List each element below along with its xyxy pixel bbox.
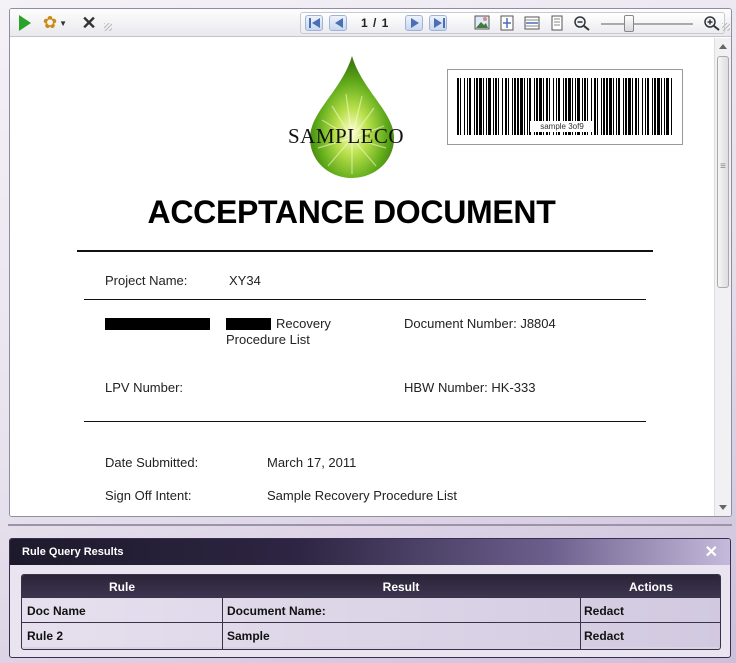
zoom-slider-handle[interactable] xyxy=(624,15,634,32)
close-icon[interactable]: ✕ xyxy=(80,13,98,33)
title-divider xyxy=(77,250,653,252)
column-header-actions[interactable]: Actions xyxy=(580,580,720,594)
image-icon[interactable] xyxy=(473,15,491,31)
redact-action[interactable]: Redact xyxy=(584,604,624,618)
fit-page-icon[interactable] xyxy=(498,15,516,31)
cell-rule: Rule 2 xyxy=(27,629,64,643)
first-page-icon[interactable] xyxy=(305,15,323,31)
redaction-block xyxy=(105,318,210,330)
cell-result: Document Name: xyxy=(227,604,326,618)
sign-off-value: Sample Recovery Procedure List xyxy=(267,488,458,503)
zoom-slider-track[interactable] xyxy=(601,23,693,25)
page-indicator: 1 / 1 xyxy=(361,16,390,30)
viewer-toolbar: ✿ ▼ ✕ 1 / 1 xyxy=(10,9,731,37)
panel-header: Rule Query Results ✕ xyxy=(10,539,730,565)
document-title: ACCEPTANCE DOCUMENT xyxy=(147,194,556,230)
rule-query-results-panel: Rule Query Results ✕ Rule Result Actions… xyxy=(9,538,731,658)
procedure-text-line1: Recovery xyxy=(276,316,331,331)
column-header-rule[interactable]: Rule xyxy=(22,580,222,594)
sign-off-label: Sign Off Intent: xyxy=(105,488,192,503)
column-divider xyxy=(222,597,223,649)
document-page: SAMPLECO sample 3of9 ACCEPTANCE DOCUMENT… xyxy=(10,38,714,516)
column-header-result[interactable]: Result xyxy=(222,580,580,594)
table-row[interactable]: Rule 2 Sample Redact xyxy=(22,622,720,647)
panel-title: Rule Query Results xyxy=(22,546,124,558)
toolbar-grip[interactable] xyxy=(722,23,730,31)
section-divider xyxy=(84,299,646,300)
zoom-in-icon[interactable] xyxy=(703,15,721,31)
column-divider xyxy=(580,597,581,649)
date-submitted-label: Date Submitted: xyxy=(105,455,199,470)
fit-width-icon[interactable] xyxy=(523,15,541,31)
play-icon[interactable] xyxy=(16,13,34,33)
section-divider xyxy=(84,421,646,422)
scrollbar-thumb[interactable] xyxy=(717,56,729,288)
single-page-icon[interactable] xyxy=(548,15,566,31)
next-page-icon[interactable] xyxy=(405,15,423,31)
document-viewer: ✿ ▼ ✕ 1 / 1 SAMPLECO sample 3of9 ACCEPTA… xyxy=(9,8,732,517)
scroll-up-icon[interactable] xyxy=(719,44,727,49)
toolbar-grip[interactable] xyxy=(104,23,112,31)
barcode: sample 3of9 xyxy=(447,69,683,145)
document-number: Document Number: J8804 xyxy=(404,316,556,331)
procedure-text-line2: Procedure List xyxy=(226,332,310,347)
cell-result: Sample xyxy=(227,629,270,643)
table-header: Rule Result Actions xyxy=(22,575,720,597)
scroll-down-icon[interactable] xyxy=(719,505,727,510)
redaction-block xyxy=(226,318,271,330)
zoom-out-icon[interactable] xyxy=(573,15,591,31)
barcode-text: sample 3of9 xyxy=(530,121,594,132)
project-name-label: Project Name: xyxy=(105,273,188,288)
navigation-toolbar: 1 / 1 xyxy=(300,12,725,34)
last-page-icon[interactable] xyxy=(429,15,447,31)
lpv-number-label: LPV Number: xyxy=(105,380,184,395)
hbw-number: HBW Number: HK-333 xyxy=(404,380,536,395)
project-name-value: XY34 xyxy=(229,273,261,288)
table-row[interactable]: Doc Name Document Name: Redact xyxy=(22,597,720,622)
gear-icon[interactable]: ✿ ▼ xyxy=(40,13,70,33)
panel-splitter[interactable] xyxy=(8,524,732,526)
prev-page-icon[interactable] xyxy=(329,15,347,31)
close-icon[interactable]: ✕ xyxy=(705,542,718,562)
drop-logo-icon xyxy=(310,56,394,178)
redact-action[interactable]: Redact xyxy=(584,629,624,643)
company-logo-text: SAMPLECO xyxy=(288,124,405,148)
cell-rule: Doc Name xyxy=(27,604,86,618)
vertical-scrollbar[interactable] xyxy=(714,38,731,516)
chevron-down-icon[interactable]: ▼ xyxy=(59,19,67,28)
results-table: Rule Result Actions Doc Name Document Na… xyxy=(21,574,721,650)
date-submitted-value: March 17, 2011 xyxy=(267,455,357,470)
